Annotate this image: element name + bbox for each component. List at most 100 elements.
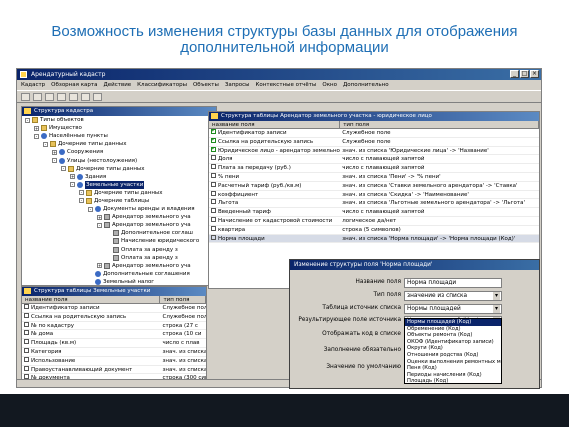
- upper-col-name[interactable]: название поля: [209, 121, 341, 128]
- table-row[interactable]: коэффициент знач. из списка 'Скидка' -> '…: [209, 190, 539, 200]
- checkbox-icon[interactable]: [211, 155, 216, 161]
- table-row[interactable]: № по кадастру строка (27 с: [22, 321, 206, 331]
- checkbox-icon[interactable]: [211, 146, 217, 152]
- checkbox-icon[interactable]: [211, 190, 216, 196]
- menu-item[interactable]: Объекты: [193, 80, 219, 90]
- dropdown-option[interactable]: Округи (Код): [405, 345, 501, 352]
- upper-col-type[interactable]: тип поля: [340, 121, 539, 128]
- tree-item[interactable]: - Арендатор земельного уча: [22, 221, 216, 229]
- tree-item[interactable]: + Сооружения: [22, 148, 216, 156]
- collapse-icon[interactable]: -: [79, 198, 84, 204]
- menu-item[interactable]: Окно: [322, 80, 337, 90]
- table-row[interactable]: Ссылка на родительскую запись Служебное п…: [22, 312, 206, 322]
- expand-icon[interactable]: +: [52, 149, 57, 155]
- dropdown-option[interactable]: Пеня (Код): [405, 365, 501, 372]
- tree-item[interactable]: - Дочерние таблицы: [22, 197, 216, 205]
- checkbox-icon[interactable]: [211, 225, 216, 231]
- menu-item[interactable]: Контекстные отчёты: [256, 80, 317, 90]
- tree-item[interactable]: - Земельные участки: [22, 180, 216, 189]
- table-row[interactable]: Юридическое лицо - арендатор земельного.…: [209, 146, 539, 156]
- expand-icon[interactable]: +: [97, 214, 102, 220]
- tree-item[interactable]: - Документы аренды и владения: [22, 205, 216, 213]
- menu-item[interactable]: Обзорная карта: [51, 80, 97, 90]
- toolbar-help-icon[interactable]: [93, 93, 102, 101]
- table-row[interactable]: Плата за передачу (руб.) число с плавающе…: [209, 164, 539, 173]
- lower-col-name[interactable]: название поля: [22, 296, 161, 303]
- collapse-icon[interactable]: -: [61, 166, 66, 172]
- dropdown-option[interactable]: Периоды начисления (Код): [405, 372, 501, 379]
- table-row[interactable]: Начисление от кадастровой стоимости логич…: [209, 216, 539, 226]
- table-row[interactable]: Расчетный тариф (руб./кв.м) знач. из спис…: [209, 181, 539, 191]
- table-row[interactable]: Норма площади знач. из списка 'Норма площ…: [209, 234, 539, 244]
- tree-item[interactable]: - Дочерние типы данных: [22, 189, 216, 197]
- dropdown-option[interactable]: Объекты ремонта (Код): [405, 332, 501, 339]
- checkbox-icon[interactable]: [211, 181, 216, 187]
- tree-item[interactable]: + Арендатор земельного уча: [22, 213, 216, 221]
- menu-item[interactable]: Действие: [103, 80, 131, 90]
- collapse-icon[interactable]: -: [52, 158, 57, 164]
- toolbar-map-icon[interactable]: [69, 93, 78, 101]
- tree-item[interactable]: - Дочерние типы данных: [22, 140, 216, 148]
- toolbar-open-icon[interactable]: [21, 93, 30, 101]
- tree-item[interactable]: + Арендатор земельного уча: [22, 262, 216, 270]
- tree-item[interactable]: Оплата за аренду з: [22, 254, 216, 262]
- tree-item[interactable]: - Улицы (нестолоужения): [22, 156, 216, 164]
- collapse-icon[interactable]: -: [25, 117, 30, 123]
- dialog-field-input[interactable]: Норма площади: [404, 278, 502, 288]
- collapse-icon[interactable]: -: [43, 141, 48, 147]
- dropdown-option[interactable]: Площадь (Код): [405, 378, 501, 383]
- expand-icon[interactable]: +: [70, 174, 75, 180]
- tree-item[interactable]: Дополнительное соглаш: [22, 229, 216, 237]
- table-row[interactable]: Ссылка на родительскую запись Служебное п…: [209, 137, 539, 147]
- menu-item[interactable]: Кадастр: [21, 80, 45, 90]
- dialog-field-select[interactable]: Нормы площадей: [404, 304, 502, 314]
- table-row[interactable]: Идентификатор записи Служебное поле: [22, 304, 206, 313]
- collapse-icon[interactable]: -: [97, 222, 102, 228]
- minimize-button[interactable]: _: [510, 70, 519, 78]
- dropdown-option[interactable]: Оценки выполнения ремонтных мероприятий …: [405, 359, 501, 366]
- checkbox-icon[interactable]: [211, 164, 216, 170]
- table-row[interactable]: Категория знач. из списка Категории целев…: [22, 347, 206, 357]
- table-row[interactable]: Использование знач. из списка Использован…: [22, 356, 206, 366]
- table-row[interactable]: Идентификатор записи Служебное поле: [209, 129, 539, 138]
- tree-item[interactable]: Начисление юридического: [22, 237, 216, 245]
- close-button[interactable]: ×: [530, 70, 539, 78]
- tree-item[interactable]: Земельный налог: [22, 278, 216, 285]
- dropdown-option[interactable]: Отношения родства (Код): [405, 352, 501, 359]
- tree-item[interactable]: + Здания: [22, 173, 216, 181]
- tree-item[interactable]: - Типы объектов: [22, 116, 216, 124]
- checkbox-icon[interactable]: [211, 129, 217, 135]
- tree-item[interactable]: Дополнительные соглашения: [22, 270, 216, 278]
- table-row[interactable]: Льгота знач. из списка 'Льготные земельно…: [209, 199, 539, 209]
- table-row[interactable]: Доля число с плавающей запятой: [209, 155, 539, 165]
- collapse-icon[interactable]: -: [88, 206, 93, 212]
- checkbox-icon[interactable]: [211, 208, 216, 214]
- tree-item[interactable]: - Дочерние типы данных: [22, 165, 216, 173]
- collapse-icon[interactable]: -: [79, 190, 84, 196]
- toolbar-search-icon[interactable]: [81, 93, 90, 101]
- dialog-field-select[interactable]: значение из списка: [404, 291, 502, 301]
- table-row[interactable]: Введенный тариф число с плавающей запятой: [209, 208, 539, 217]
- maximize-button[interactable]: □: [520, 70, 529, 78]
- checkbox-icon[interactable]: [211, 216, 216, 222]
- table-row[interactable]: Площадь (кв.м) число с плав: [22, 339, 206, 348]
- table-row[interactable]: квартира строка (5 символов): [209, 225, 539, 235]
- collapse-icon[interactable]: -: [70, 182, 75, 188]
- lower-col-type[interactable]: тип поля: [160, 296, 206, 303]
- checkbox-icon[interactable]: [211, 172, 216, 178]
- tree-item[interactable]: Оплата за аренду з: [22, 246, 216, 254]
- menu-item[interactable]: Запросы: [225, 80, 250, 90]
- dropdown-option[interactable]: ОКОФ (Идентификатор записи): [405, 339, 501, 346]
- expand-icon[interactable]: +: [97, 263, 102, 269]
- checkbox-icon[interactable]: [211, 199, 216, 205]
- expand-icon[interactable]: +: [34, 125, 39, 131]
- dropdown-option[interactable]: Обременение (Код): [405, 326, 501, 333]
- checkbox-icon[interactable]: [211, 137, 217, 144]
- table-row[interactable]: % пени знач. из списка 'Пени' -> '% пени': [209, 172, 539, 182]
- source-field-dropdown-list[interactable]: Нормы площадей (Код) Обременение (Код) Объ…: [404, 318, 502, 384]
- table-row[interactable]: Правоустанавливающий документ знач. из сп…: [22, 365, 206, 375]
- collapse-icon[interactable]: -: [34, 133, 39, 139]
- table-row[interactable]: № дома строка (10 си: [22, 330, 206, 340]
- tree-item[interactable]: - Населённые пункты: [22, 132, 216, 140]
- dropdown-option[interactable]: Нормы площадей (Код): [405, 319, 501, 326]
